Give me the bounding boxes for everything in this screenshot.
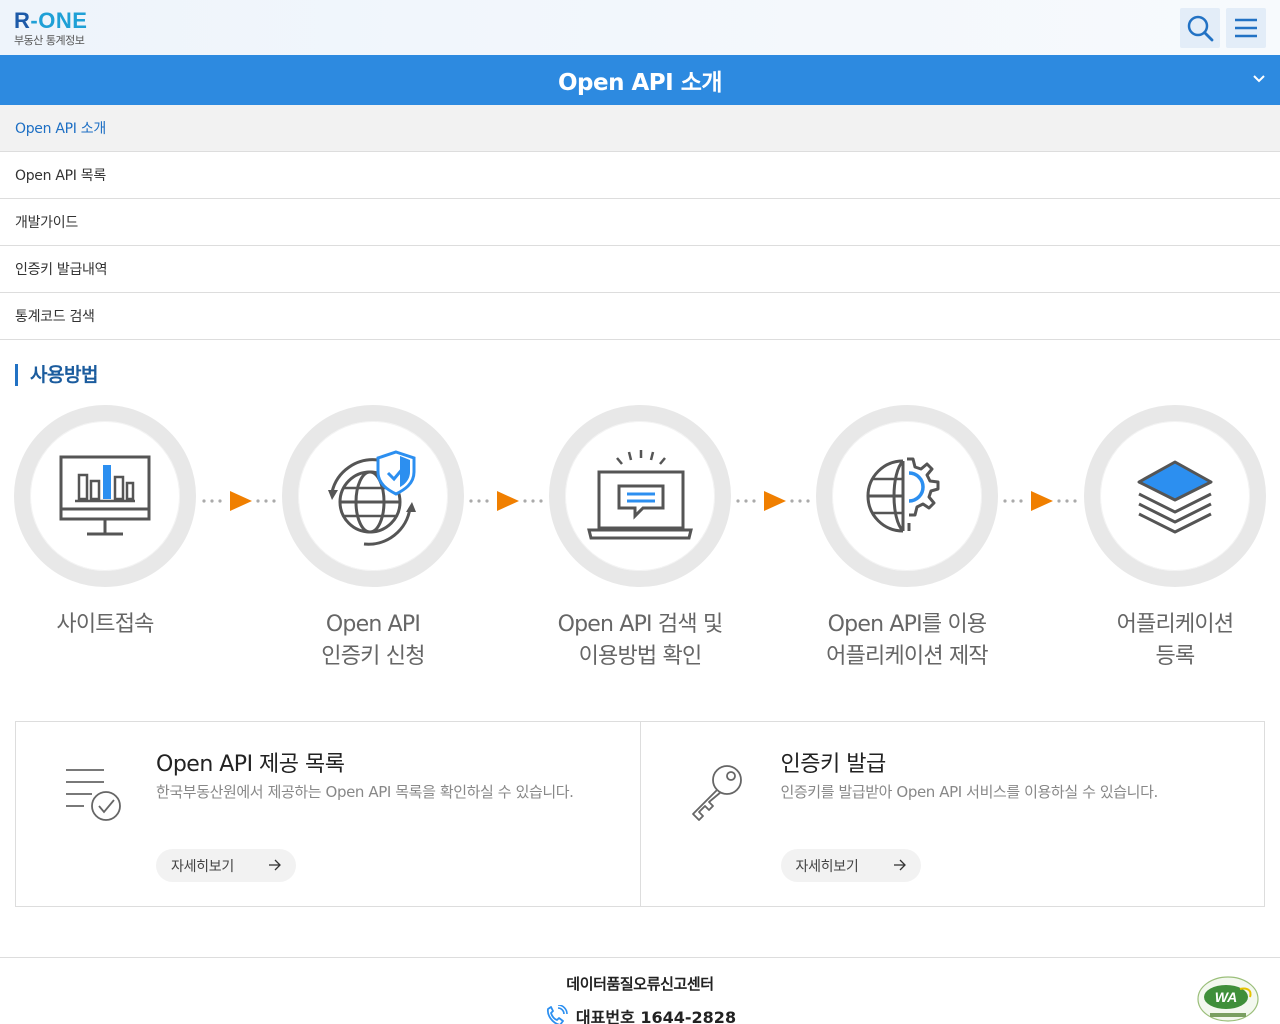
arrow-right-icon [893,859,906,871]
arrow-right-icon [1003,491,1077,511]
badge-text: WA [1215,989,1238,1005]
globe-shield-icon [328,450,416,546]
key-icon [691,765,742,821]
site-header: R-ONE 부동산 통계정보 [0,0,1280,55]
step-label: Open API를 이용 어플리케이션 제작 [826,612,989,669]
arrow-right-icon [202,491,276,511]
card-title: Open API 제공 목록 [156,752,345,777]
logo-subtitle: 부동산 통계정보 [14,33,85,47]
step-api-search: Open API 검색 및 이용방법 확인 [540,405,740,673]
menu-item-code-search[interactable]: 통계코드 검색 [0,293,1280,340]
card-title: 인증키 발급 [780,752,887,777]
chevron-down-icon [1253,75,1265,83]
footer-title: 데이터품질오류신고센터 [566,975,714,993]
laptop-message-icon [587,450,693,540]
step-label: 사이트접속 [56,612,154,637]
menu-item-dev-guide[interactable]: 개발가이드 [0,199,1280,246]
monitor-chart-icon [59,455,151,536]
menu-item-key-history[interactable]: 인증키 발급내역 [0,246,1280,293]
hamburger-icon [1235,18,1257,37]
globe-gear-icon [866,457,940,533]
more-button-key-issue[interactable]: 자세히보기 [780,849,921,882]
step-circle [14,405,196,587]
card-description: 한국부동산원에서 제공하는 Open API 목록을 확인하실 수 있습니다. [156,783,574,801]
more-button-api-list[interactable]: 자세히보기 [156,849,296,882]
phone-icon [546,1005,568,1024]
usage-title: 사용방법 [15,364,98,386]
logo-text: R-ONE [14,7,88,33]
step-app-register: 어플리케이션 등록 [1075,405,1275,673]
phone-label: 대표번호 1644-2828 [575,1008,737,1024]
step-circle [1084,405,1266,587]
card-api-list: Open API 제공 목록 한국부동산원에서 제공하는 Open API 목록… [16,722,640,906]
button-label: 자세히보기 [171,858,234,875]
step-label: Open API 검색 및 이용방법 확인 [557,612,724,669]
footer-phone[interactable]: 대표번호 1644-2828 [0,1004,1280,1024]
arrow-right-icon [269,859,281,871]
menu-button[interactable] [1226,7,1266,48]
section-title-bar[interactable]: Open API 소개 [0,55,1280,105]
menu-item-api-list[interactable]: Open API 목록 [0,152,1280,199]
usage-steps: 사이트접속 Open API 인증키 신청 Open API 검색 및 이용방법… [0,405,1280,685]
step-label: Open API 인증키 신청 [321,612,425,669]
page-title: Open API 소개 [557,70,723,96]
site-footer: 데이터품질오류신고센터 대표번호 1644-2828 WA [0,957,1280,1024]
step-circle [549,405,731,587]
step-label: 어플리케이션 등록 [1116,612,1234,669]
step-circle [282,405,464,587]
arrow-right-icon [736,491,810,511]
site-logo[interactable]: R-ONE 부동산 통계정보 [14,7,88,47]
arrow-right-icon [469,491,543,511]
menu-item-api-intro[interactable]: Open API 소개 [0,105,1280,152]
button-label: 자세히보기 [795,858,859,875]
web-accessibility-badge: WA [1197,976,1259,1022]
step-key-request: Open API 인증키 신청 [273,405,473,673]
card-description: 인증키를 발급받아 Open API 서비스를 이용하실 수 있습니다. [780,783,1159,801]
info-cards: Open API 제공 목록 한국부동산원에서 제공하는 Open API 목록… [15,721,1265,907]
sub-menu: Open API 소개 Open API 목록 개발가이드 인증키 발급내역 통… [0,105,1280,340]
step-site-access: 사이트접속 [5,405,205,641]
step-circle [816,405,998,587]
search-button[interactable] [1180,7,1220,48]
search-icon [1187,15,1214,41]
checklist-icon [66,769,121,821]
layers-icon [1137,460,1213,534]
step-app-build: Open API를 이용 어플리케이션 제작 [807,405,1007,673]
card-key-issue: 인증키 발급 인증키를 발급받아 Open API 서비스를 이용하실 수 있습… [639,722,1265,906]
